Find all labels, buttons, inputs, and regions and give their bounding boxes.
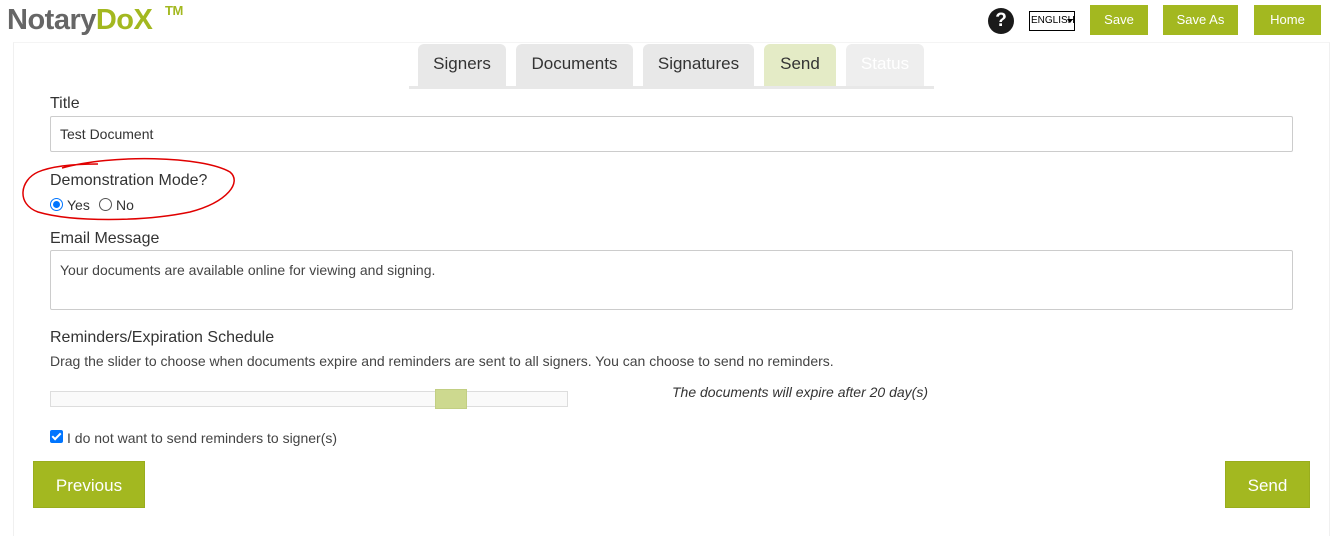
notarydox-logo[interactable]: NotaryDoX TM [7, 3, 183, 37]
tab-signatures[interactable]: Signatures [643, 44, 754, 86]
title-label: Title [50, 95, 80, 112]
tab-status: Status [846, 44, 924, 86]
home-button[interactable]: Home [1254, 5, 1321, 35]
save-button[interactable]: Save [1090, 5, 1148, 35]
tab-send[interactable]: Send [764, 44, 836, 86]
reminders-help-text: Drag the slider to choose when documents… [50, 353, 834, 369]
reminders-schedule-label: Reminders/Expiration Schedule [50, 329, 275, 346]
red-circle-annotation [22, 157, 235, 221]
help-icon[interactable]: ? [988, 8, 1014, 34]
expiration-slider-handle[interactable] [435, 389, 467, 409]
logo-trademark: TM [165, 3, 183, 18]
save-as-button[interactable]: Save As [1163, 5, 1238, 35]
email-message-label: Email Message [50, 230, 160, 247]
no-reminders-label[interactable]: I do not want to send reminders to signe… [67, 429, 337, 447]
app-header: NotaryDoX TM ? ENGLISH Save Save As Home [0, 0, 1342, 42]
tabs-underline [409, 86, 934, 89]
logo-text-notary: Notary [7, 4, 96, 36]
expiration-slider-track[interactable] [50, 391, 568, 407]
email-message-textarea[interactable]: Your documents are available online for … [50, 250, 1293, 310]
previous-button[interactable]: Previous [33, 461, 145, 508]
title-input[interactable]: Test Document [50, 116, 1293, 152]
expiration-status-text: The documents will expire after 20 day(s… [672, 384, 928, 400]
chevron-down-icon [1067, 19, 1073, 23]
tab-signers[interactable]: Signers [418, 44, 506, 86]
language-select[interactable]: ENGLISH [1029, 11, 1075, 31]
tab-documents[interactable]: Documents [516, 44, 633, 86]
send-button[interactable]: Send [1225, 461, 1310, 508]
no-reminders-checkbox[interactable] [50, 430, 63, 443]
logo-text-dox: DoX [95, 4, 153, 36]
